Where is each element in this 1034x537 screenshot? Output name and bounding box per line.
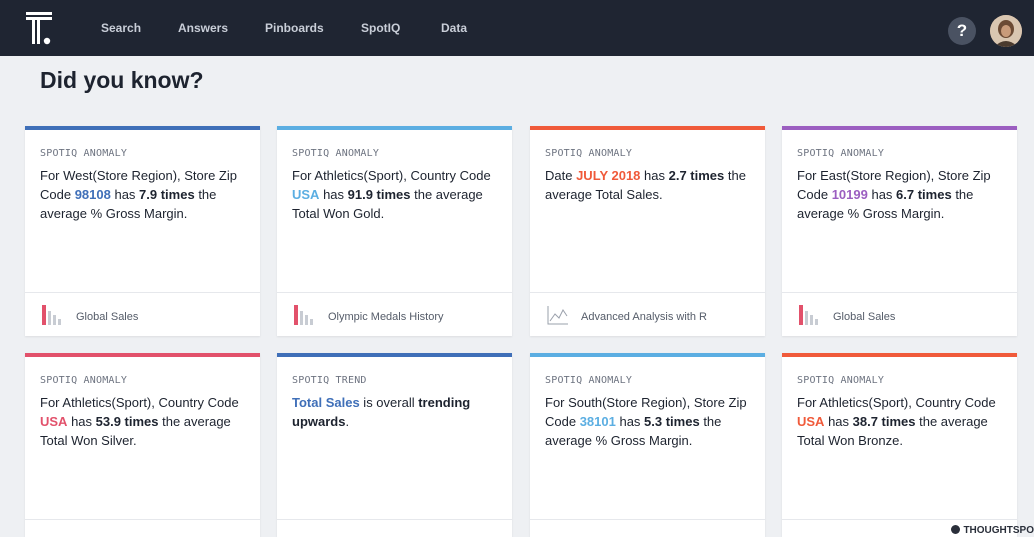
brand-watermark: THOUGHTSPO [951, 524, 1034, 537]
top-nav-bar: Search Answers Pinboards SpotIQ Data ? [0, 0, 1034, 56]
bar-chart-icon [799, 305, 818, 325]
card-type-label: SpotIQ Anomaly [40, 148, 128, 159]
highlight-value: USA [40, 414, 68, 429]
insight-card[interactable]: SpotIQ Anomaly For Athletics(Sport), Cou… [25, 353, 260, 537]
times-value: 38.7 times [852, 414, 916, 429]
times-value: 53.9 times [95, 414, 159, 429]
card-footer[interactable] [277, 519, 512, 537]
times-value: 2.7 times [668, 168, 725, 183]
insight-text: For South(Store Region), Store Zip Code … [545, 395, 747, 448]
nav-pinboards[interactable]: Pinboards [265, 20, 324, 36]
brand-logo-icon [951, 525, 961, 534]
trend-metric: Total Sales [292, 395, 360, 410]
line-chart-icon [547, 306, 568, 325]
help-button[interactable]: ? [948, 17, 976, 45]
highlight-value: 98108 [74, 187, 111, 202]
insight-text: For Athletics(Sport), Country Code USA h… [797, 395, 996, 448]
times-value: 91.9 times [347, 187, 411, 202]
nav-search[interactable]: Search [101, 20, 141, 36]
bar-chart-icon [294, 305, 313, 325]
source-name[interactable]: Global Sales [833, 311, 895, 323]
insight-card[interactable]: SpotIQ Anomaly For South(Store Region), … [530, 353, 765, 537]
nav-data[interactable]: Data [441, 20, 467, 36]
card-footer[interactable]: Olympic Medals History [277, 292, 512, 336]
card-footer[interactable]: Advanced Analysis with R [530, 292, 765, 336]
insight-card[interactable]: SpotIQ Anomaly For East(Store Region), S… [782, 126, 1017, 336]
card-type-label: SpotIQ Anomaly [40, 375, 128, 386]
card-type-label: SpotIQ Anomaly [797, 375, 885, 386]
nav-spotiq[interactable]: SpotIQ [361, 20, 400, 36]
times-value: 5.3 times [644, 414, 700, 429]
highlight-value: 38101 [579, 414, 616, 429]
highlight-value: 10199 [831, 187, 868, 202]
insight-card[interactable]: SpotIQ Trend Total Sales is overall tren… [277, 353, 512, 537]
highlight-value: USA [292, 187, 320, 202]
card-footer[interactable] [25, 519, 260, 537]
insight-card[interactable]: SpotIQ Anomaly Date JULY 2018 has 2.7 ti… [530, 126, 765, 336]
card-type-label: SpotIQ Anomaly [797, 148, 885, 159]
bar-chart-icon [42, 305, 61, 325]
insight-text: For East(Store Region), Store Zip Code 1… [797, 168, 991, 221]
card-footer[interactable]: Global Sales [782, 292, 1017, 336]
insight-text: For Athletics(Sport), Country Code USA h… [292, 168, 491, 221]
card-type-label: SpotIQ Anomaly [545, 375, 633, 386]
brand-name: THOUGHTSPO [963, 525, 1034, 536]
source-name[interactable]: Olympic Medals History [328, 311, 444, 323]
insight-card[interactable]: SpotIQ Anomaly For Athletics(Sport), Cou… [782, 353, 1017, 537]
highlight-value: JULY 2018 [576, 168, 641, 183]
thoughtspot-logo-icon[interactable] [26, 12, 52, 46]
avatar-photo-icon [990, 15, 1022, 47]
page-title: Did you know? [40, 67, 204, 93]
insight-text: For West(Store Region), Store Zip Code 9… [40, 168, 237, 221]
nav-answers[interactable]: Answers [178, 20, 228, 36]
insight-text: Date JULY 2018 has 2.7 times the average… [545, 168, 746, 202]
source-name[interactable]: Global Sales [76, 311, 138, 323]
card-type-label: SpotIQ Anomaly [545, 148, 633, 159]
card-footer[interactable] [530, 519, 765, 537]
card-type-label: SpotIQ Trend [292, 375, 367, 386]
insight-card[interactable]: SpotIQ Anomaly For Athletics(Sport), Cou… [277, 126, 512, 336]
times-value: 7.9 times [139, 187, 195, 202]
highlight-value: USA [797, 414, 825, 429]
source-name[interactable]: Advanced Analysis with R [581, 311, 707, 323]
times-value: 6.7 times [896, 187, 952, 202]
insight-text: For Athletics(Sport), Country Code USA h… [40, 395, 239, 448]
card-footer[interactable]: Global Sales [25, 292, 260, 336]
card-type-label: SpotIQ Anomaly [292, 148, 380, 159]
insight-card[interactable]: SpotIQ Anomaly For West(Store Region), S… [25, 126, 260, 336]
avatar[interactable] [990, 15, 1022, 47]
trend-text: Total Sales is overall trending upwards. [292, 395, 471, 429]
